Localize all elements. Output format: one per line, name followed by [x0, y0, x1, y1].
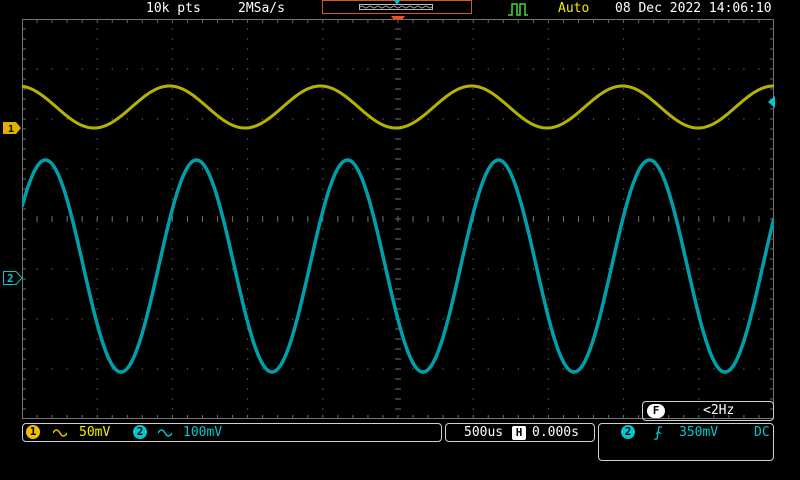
- channel-2-offset-marker[interactable]: 2: [3, 270, 23, 289]
- timebase-scale[interactable]: 500us: [464, 425, 503, 440]
- horizontal-position-icon: H: [512, 426, 526, 440]
- frequency-value: <2Hz: [703, 403, 735, 418]
- memory-overview-bar[interactable]: [322, 0, 472, 14]
- channel-scale-panel[interactable]: 1 50mV 2 100mV: [22, 423, 442, 442]
- trigger-level[interactable]: 350mV: [679, 425, 718, 440]
- channel-2-marker-icon: 2: [3, 271, 23, 285]
- rising-edge-icon: [654, 426, 662, 440]
- channel-2-marker-label: 2: [7, 272, 14, 285]
- channel-2-scale[interactable]: 100mV: [183, 425, 222, 440]
- trigger-source-badge[interactable]: 2: [621, 425, 635, 439]
- channel-2-badge[interactable]: 2: [133, 425, 147, 439]
- record-length: 10k pts: [146, 1, 201, 16]
- horizontal-position[interactable]: 0.000s: [532, 425, 579, 440]
- channel-1-marker-label: 1: [8, 124, 14, 134]
- trigger-panel[interactable]: 2 350mV DC: [598, 423, 774, 461]
- channel-1-offset-marker[interactable]: 1: [3, 119, 21, 138]
- waveform-display[interactable]: [22, 19, 774, 419]
- ac-wave-icon: [53, 429, 67, 437]
- trigger-mode[interactable]: Auto: [558, 1, 589, 16]
- frequency-counter[interactable]: F <2Hz: [642, 401, 774, 421]
- timebase-panel[interactable]: 500us H 0.000s: [445, 423, 595, 442]
- channel-1-scale[interactable]: 50mV: [79, 425, 110, 440]
- channel-1-badge[interactable]: 1: [26, 425, 40, 439]
- trigger-point-icon: [394, 0, 400, 5]
- trigger-level-marker-icon[interactable]: [765, 96, 775, 108]
- frequency-label: F: [647, 404, 665, 418]
- overview-wave-icon: [360, 5, 432, 9]
- ac-wave-icon: [158, 429, 172, 437]
- date-time: 08 Dec 2022 14:06:10: [615, 1, 772, 16]
- trigger-status-icon[interactable]: [507, 2, 529, 16]
- channel-1-marker-icon: 1: [3, 122, 21, 135]
- trigger-coupling[interactable]: DC: [754, 425, 770, 440]
- sample-rate: 2MSa/s: [238, 1, 285, 16]
